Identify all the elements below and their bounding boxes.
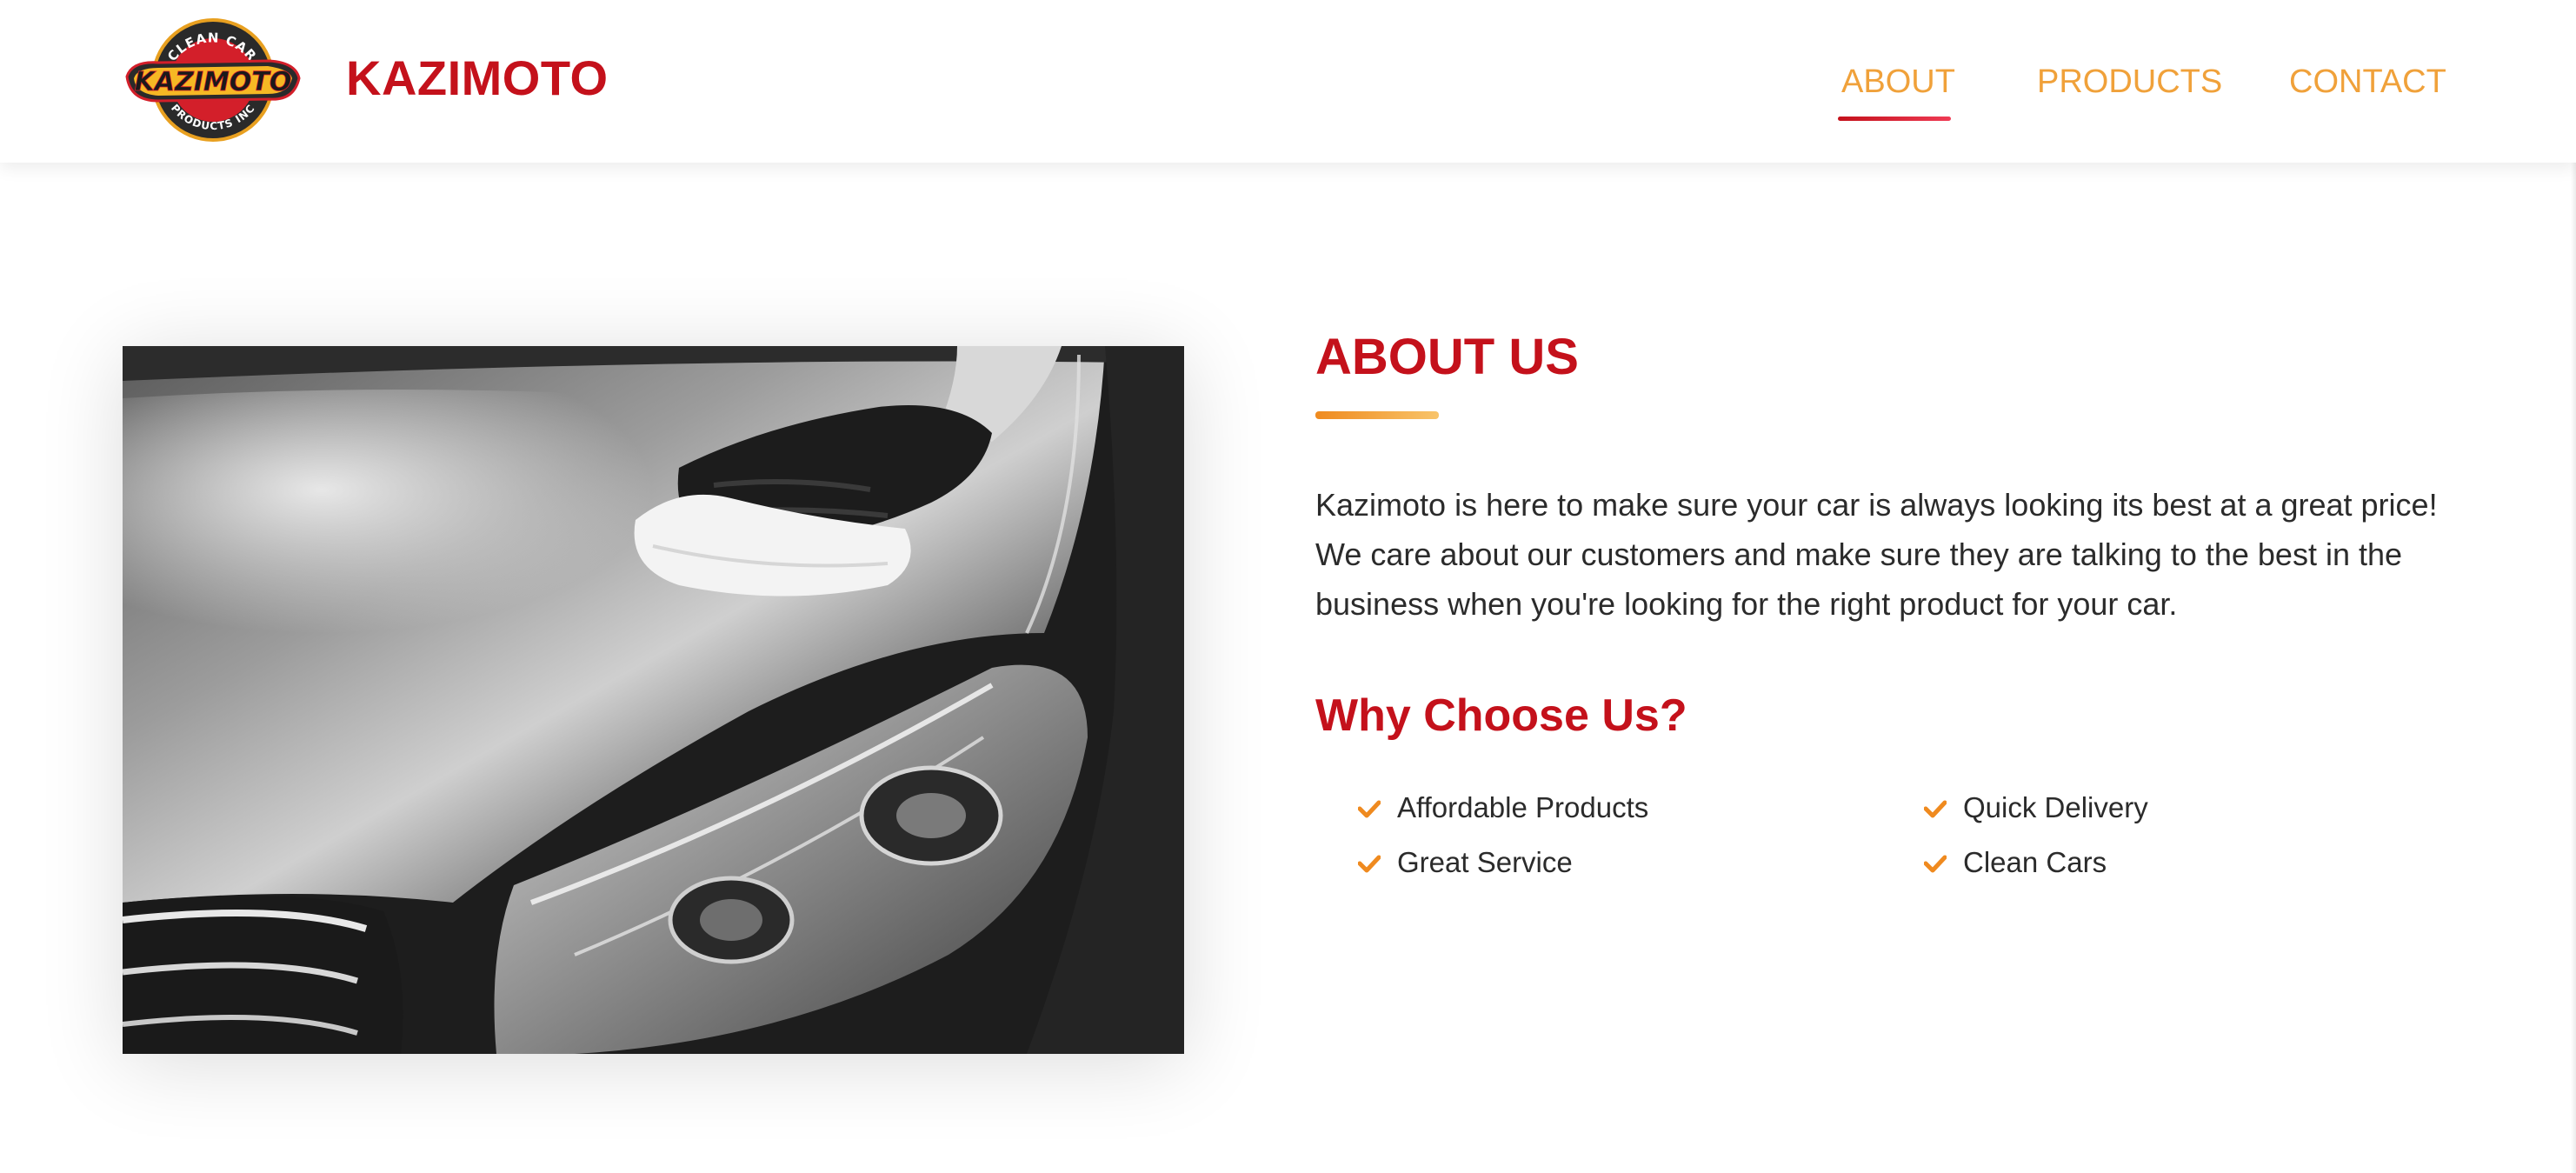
brand-logo[interactable]: CLEAN CAR PRODUCTS INC KAZIMOTO	[123, 16, 303, 144]
feature-label: Quick Delivery	[1963, 791, 2148, 823]
site-header: CLEAN CAR PRODUCTS INC KAZIMOTO KAZIMOTO…	[0, 0, 2576, 163]
check-icon	[1924, 855, 1947, 873]
about-description: Kazimoto is here to make sure your car i…	[1315, 487, 2438, 622]
brand-name[interactable]: KAZIMOTO	[346, 49, 609, 108]
feature-label: Great Service	[1397, 846, 1573, 878]
nav-about[interactable]: ABOUT	[1841, 61, 1955, 103]
check-icon	[1358, 855, 1381, 873]
kazimoto-logo-icon: CLEAN CAR PRODUCTS INC KAZIMOTO	[125, 18, 301, 142]
feature-item: Quick Delivery	[1924, 789, 2272, 827]
feature-item: Clean Cars	[1924, 843, 2272, 882]
check-icon	[1358, 800, 1381, 818]
feature-item: Great Service	[1358, 843, 1706, 882]
title-accent-bar	[1315, 411, 1439, 419]
why-choose-us-title: Why Choose Us?	[1315, 690, 1687, 741]
svg-text:KAZIMOTO: KAZIMOTO	[135, 67, 292, 97]
page-edge-shadow	[2571, 0, 2576, 1173]
car-polishing-photo	[123, 346, 1184, 1054]
about-title: ABOUT US	[1315, 329, 1579, 385]
nav-products[interactable]: PRODUCTS	[2037, 61, 2222, 103]
nav-contact[interactable]: CONTACT	[2289, 61, 2446, 103]
feature-item: Affordable Products	[1358, 789, 1706, 827]
nav-active-indicator	[1838, 117, 1951, 121]
feature-label: Clean Cars	[1963, 846, 2107, 878]
about-image	[123, 346, 1184, 1054]
check-icon	[1924, 800, 1947, 818]
feature-label: Affordable Products	[1397, 791, 1649, 823]
